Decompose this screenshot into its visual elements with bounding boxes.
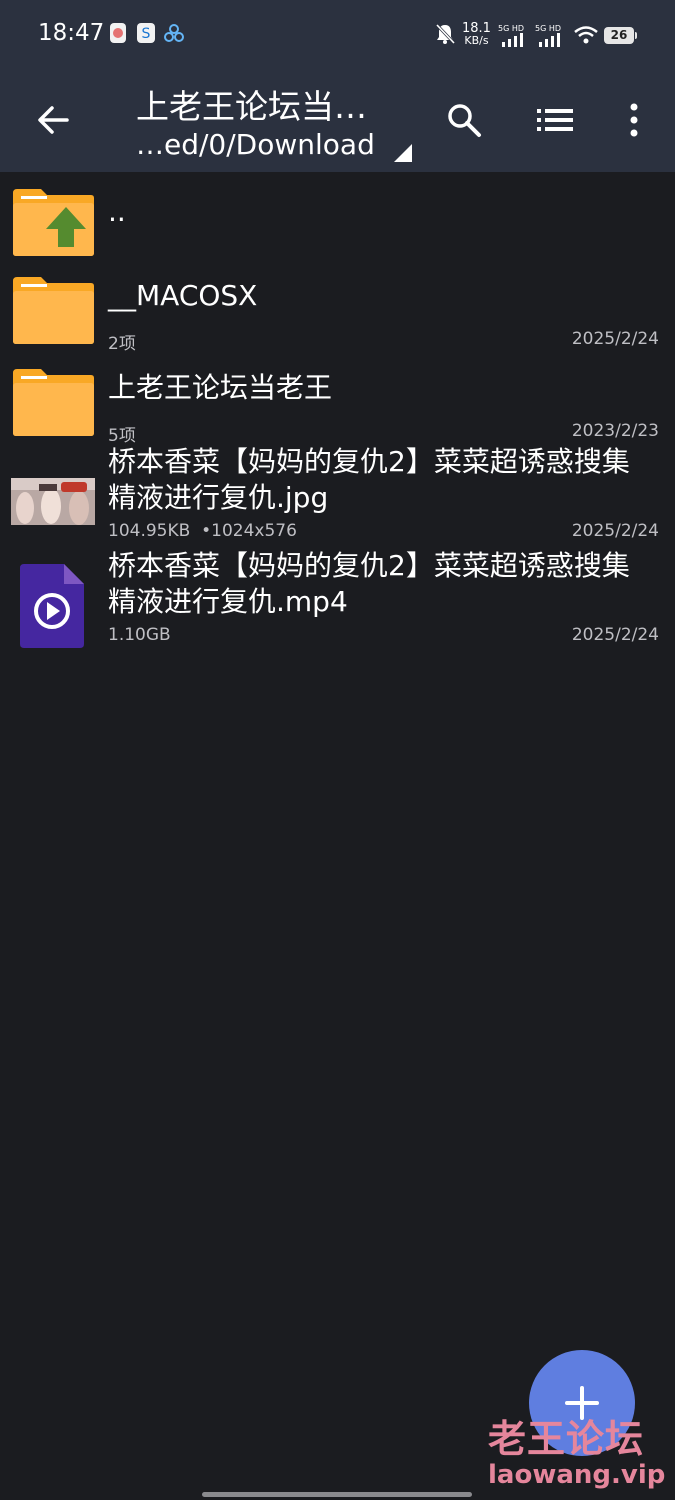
svg-text:S: S	[142, 26, 151, 42]
app-notification-icon	[110, 23, 126, 43]
list-item-folder[interactable]: __MACOSX 2项 2025/2/24	[0, 272, 675, 356]
app-notification-icon: S	[137, 23, 155, 43]
file-meta: 5项	[108, 426, 136, 446]
list-item-parent[interactable]: ..	[0, 182, 675, 266]
signal-bars-icon	[539, 33, 560, 47]
file-name: 上老王论坛当老王	[108, 371, 333, 404]
folder-icon	[13, 369, 94, 436]
gesture-nav-bar[interactable]	[202, 1492, 472, 1497]
watermark-title: 老王论坛	[488, 1417, 645, 1461]
video-file-icon	[20, 564, 84, 648]
list-item-video[interactable]: 桥本香菜【妈妈的复仇2】菜菜超诱惑搜集 精液进行复仇.mp4 1.10GB 20…	[0, 549, 675, 656]
signal-1: 5G HD	[498, 24, 528, 49]
file-name: __MACOSX	[108, 279, 258, 312]
app-notification-icon	[164, 24, 184, 42]
file-date: 2025/2/24	[571, 521, 659, 541]
path-selector[interactable]: …ed/0/Download	[136, 128, 375, 161]
signal-2: 5G HD	[535, 24, 565, 49]
signal-bars-icon	[502, 33, 523, 47]
list-view-icon[interactable]	[533, 98, 577, 142]
file-date: 2025/2/24	[571, 329, 659, 349]
more-vert-icon[interactable]	[612, 98, 656, 142]
file-date: 2025/2/24	[571, 625, 659, 645]
file-meta: 104.95KB •1024x576	[108, 521, 297, 541]
file-name: 桥本香菜【妈妈的复仇2】菜菜超诱惑搜集 精液进行复仇.jpg	[108, 445, 630, 514]
file-name: 桥本香菜【妈妈的复仇2】菜菜超诱惑搜集 精液进行复仇.mp4	[108, 549, 630, 618]
mute-bell-icon	[435, 23, 456, 45]
battery-indicator: 26	[604, 27, 637, 44]
back-arrow-icon[interactable]	[33, 100, 73, 140]
network-speed: 18.1 KB/s	[462, 21, 491, 47]
wifi-icon	[574, 26, 598, 44]
status-time: 18:47	[38, 20, 105, 46]
status-bar: 18:47 S 18.1 KB/s 5G HD 5G HD 26	[0, 0, 675, 72]
search-icon[interactable]	[442, 98, 486, 142]
image-thumbnail	[11, 478, 95, 525]
folder-icon	[13, 277, 94, 344]
list-item-image[interactable]: 桥本香菜【妈妈的复仇2】菜菜超诱惑搜集 精液进行复仇.jpg 104.95KB …	[0, 445, 675, 552]
folder-title: 上老王论坛当…	[136, 87, 367, 126]
dropdown-triangle-icon[interactable]	[393, 143, 413, 163]
file-meta: 1.10GB	[108, 625, 171, 645]
watermark-url: laowang.vip	[488, 1460, 666, 1490]
list-item-folder[interactable]: 上老王论坛当老王 5项 2023/2/23	[0, 364, 675, 448]
folder-up-icon	[13, 189, 94, 256]
top-app-bar: 18:47 S 18.1 KB/s 5G HD 5G HD 26 上老王论坛当……	[0, 0, 675, 172]
file-name: ..	[108, 195, 126, 228]
file-meta: 2项	[108, 334, 136, 354]
file-date: 2023/2/23	[571, 421, 659, 441]
